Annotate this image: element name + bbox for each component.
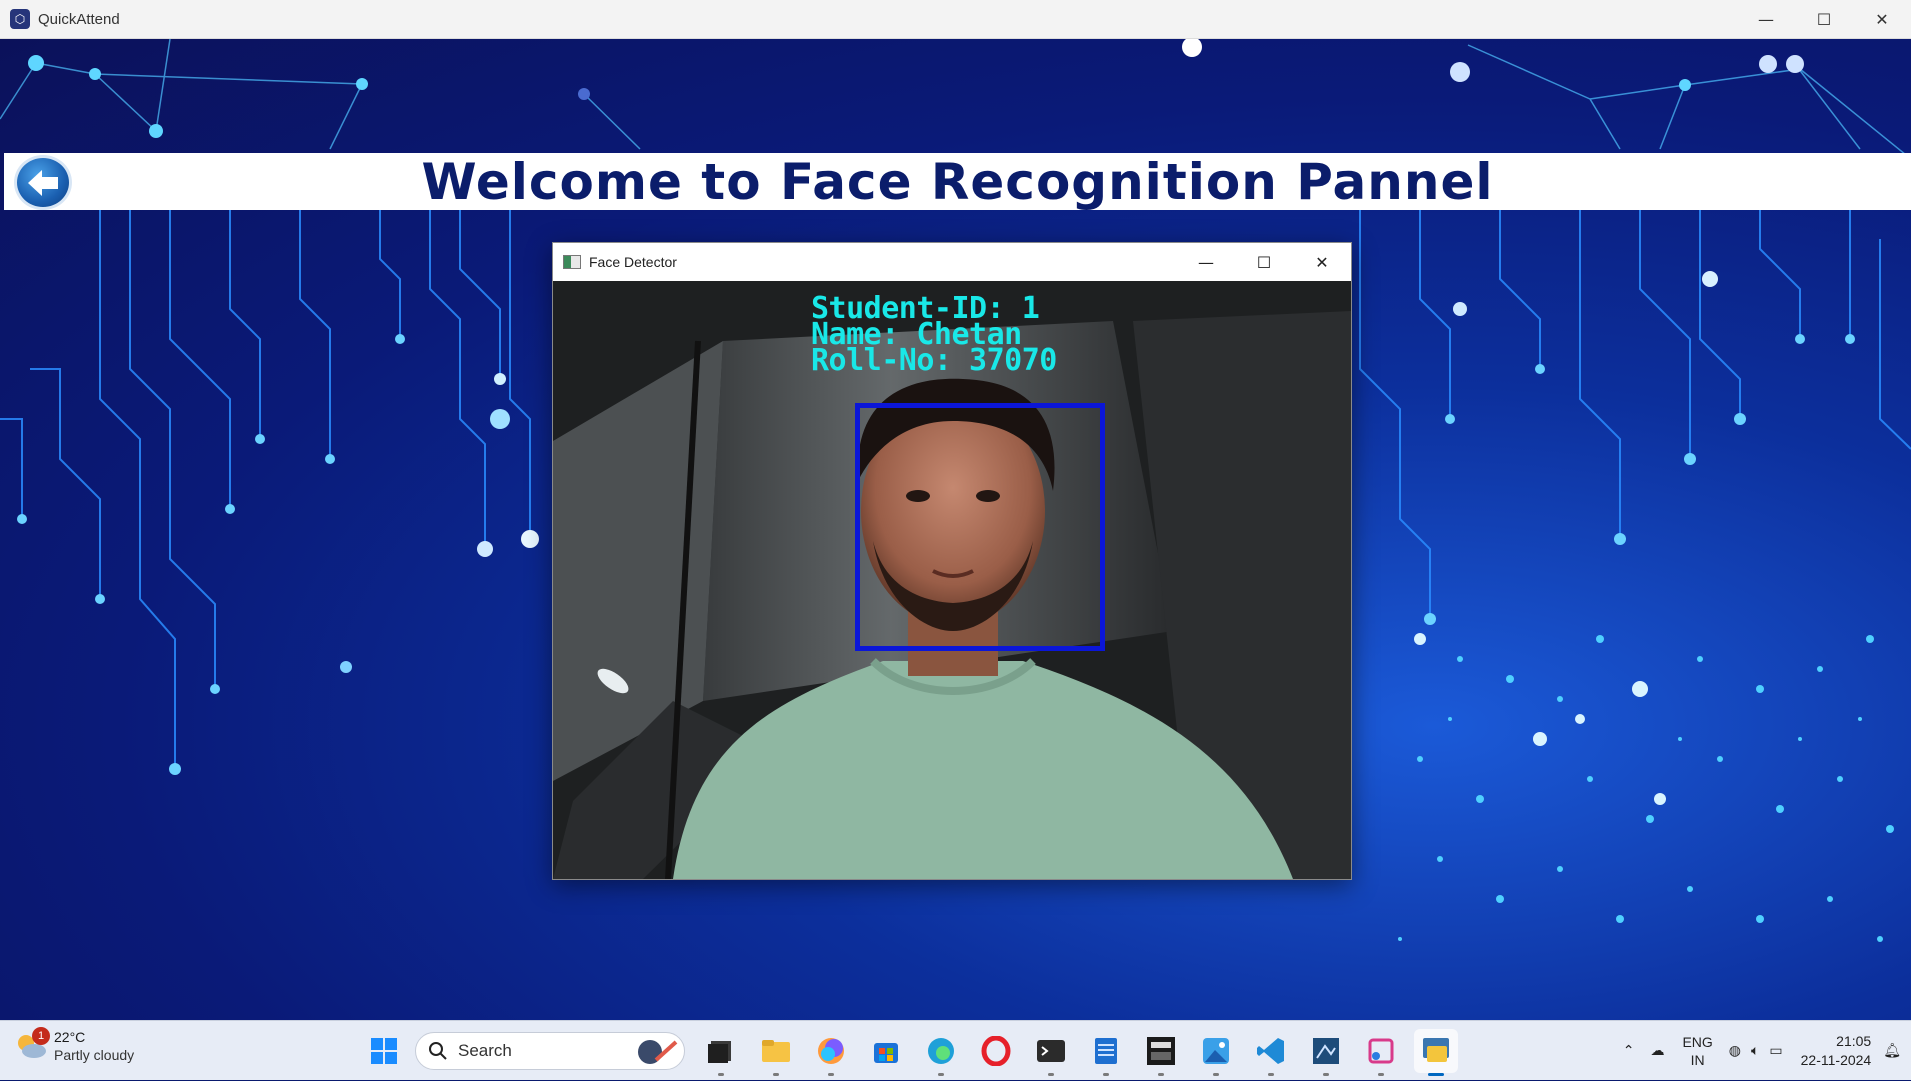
face-bounding-box <box>855 403 1105 651</box>
quickattend-app-icon: ⬡ <box>10 9 30 29</box>
language-indicator[interactable]: ENG IN <box>1682 1033 1712 1069</box>
system-tray: ⌃ ☁ ENG IN ◍ 🔈︎ ▭ 21:05 22-11-2024 🔔︎ <box>1607 1021 1901 1081</box>
lang-top: ENG <box>1682 1034 1713 1050</box>
back-arrow-icon <box>28 169 58 196</box>
show-hidden-icons-chevron-up-icon[interactable]: ⌃ <box>1623 1043 1635 1059</box>
vscode-icon[interactable] <box>1249 1029 1293 1076</box>
microsoft-store-icon[interactable] <box>864 1029 908 1073</box>
search-icon <box>429 1042 447 1060</box>
minimize-button[interactable]: — <box>1737 0 1795 39</box>
overlay-roll-no: Roll-No: 37070 <box>811 343 1057 378</box>
taskbar: 1 22°C Partly cloudy Search ⌃ ☁ ENG IN ◍… <box>0 1020 1911 1080</box>
app-icon[interactable] <box>1139 1029 1183 1076</box>
notepad-icon[interactable] <box>1084 1029 1128 1076</box>
maximize-button[interactable]: ☐ <box>1795 0 1853 39</box>
app-window-controls: — ☐ ✕ <box>1737 0 1911 39</box>
app-titlebar: ⬡ QuickAttend — ☐ ✕ <box>0 0 1911 39</box>
partly-cloudy-icon: 1 <box>14 1027 50 1061</box>
clock-time: 21:05 <box>1836 1033 1872 1049</box>
notification-badge: 1 <box>32 1027 50 1045</box>
face-detector-window-icon <box>563 255 581 269</box>
back-button[interactable] <box>14 155 72 210</box>
fd-close-button[interactable]: ✕ <box>1293 243 1351 281</box>
task-view-icon[interactable] <box>699 1029 743 1076</box>
weather-widget[interactable]: 1 22°C Partly cloudy <box>14 1027 135 1063</box>
taskbar-apps: Search <box>362 1029 1469 1076</box>
weather-temp: 22°C <box>54 1029 86 1045</box>
camera-feed: Student-ID: 1 Name: Chetan Roll-No: 3707… <box>553 281 1351 879</box>
file-explorer-icon[interactable] <box>754 1029 798 1076</box>
app-title: QuickAttend <box>38 10 120 28</box>
search-highlight-icon <box>638 1040 678 1064</box>
network-globe-icon[interactable]: ◍ <box>1729 1043 1741 1059</box>
lang-bottom: IN <box>1690 1052 1705 1068</box>
page-title: Welcome to Face Recognition Pannel <box>421 152 1494 211</box>
clock-date: 22-11-2024 <box>1800 1052 1872 1068</box>
opera-icon[interactable] <box>974 1029 1018 1073</box>
close-button[interactable]: ✕ <box>1853 0 1911 39</box>
taskbar-search[interactable]: Search <box>415 1032 685 1070</box>
sql-icon[interactable] <box>1304 1029 1348 1076</box>
face-detector-window: Face Detector — ☐ ✕ Student-ID: 1 Name: … <box>552 242 1352 880</box>
fd-maximize-button[interactable]: ☐ <box>1235 243 1293 281</box>
edge-icon[interactable] <box>919 1029 963 1076</box>
snipping-tool-icon[interactable] <box>1359 1029 1403 1076</box>
face-detector-titlebar: Face Detector — ☐ ✕ <box>553 243 1351 281</box>
terminal-icon[interactable] <box>1029 1029 1073 1076</box>
search-placeholder: Search <box>458 1041 512 1060</box>
face-detector-window-controls: — ☐ ✕ <box>1177 243 1351 281</box>
python-icon[interactable] <box>1414 1029 1458 1076</box>
notification-bell-icon[interactable]: 🔔︎ <box>1883 1043 1901 1059</box>
weather-desc: Partly cloudy <box>54 1047 135 1063</box>
volume-icon[interactable]: 🔈︎ <box>1751 1043 1759 1059</box>
photos-icon[interactable] <box>1194 1029 1238 1076</box>
copilot-icon[interactable] <box>809 1029 853 1076</box>
header-banner: Welcome to Face Recognition Pannel <box>4 152 1911 211</box>
onedrive-offline-icon[interactable]: ☁ <box>1650 1043 1664 1059</box>
battery-icon[interactable]: ▭ <box>1769 1043 1782 1059</box>
start-icon[interactable] <box>362 1029 406 1073</box>
face-detector-title: Face Detector <box>589 254 677 270</box>
clock[interactable]: 21:05 22-11-2024 <box>1801 1032 1872 1070</box>
fd-minimize-button[interactable]: — <box>1177 243 1235 281</box>
